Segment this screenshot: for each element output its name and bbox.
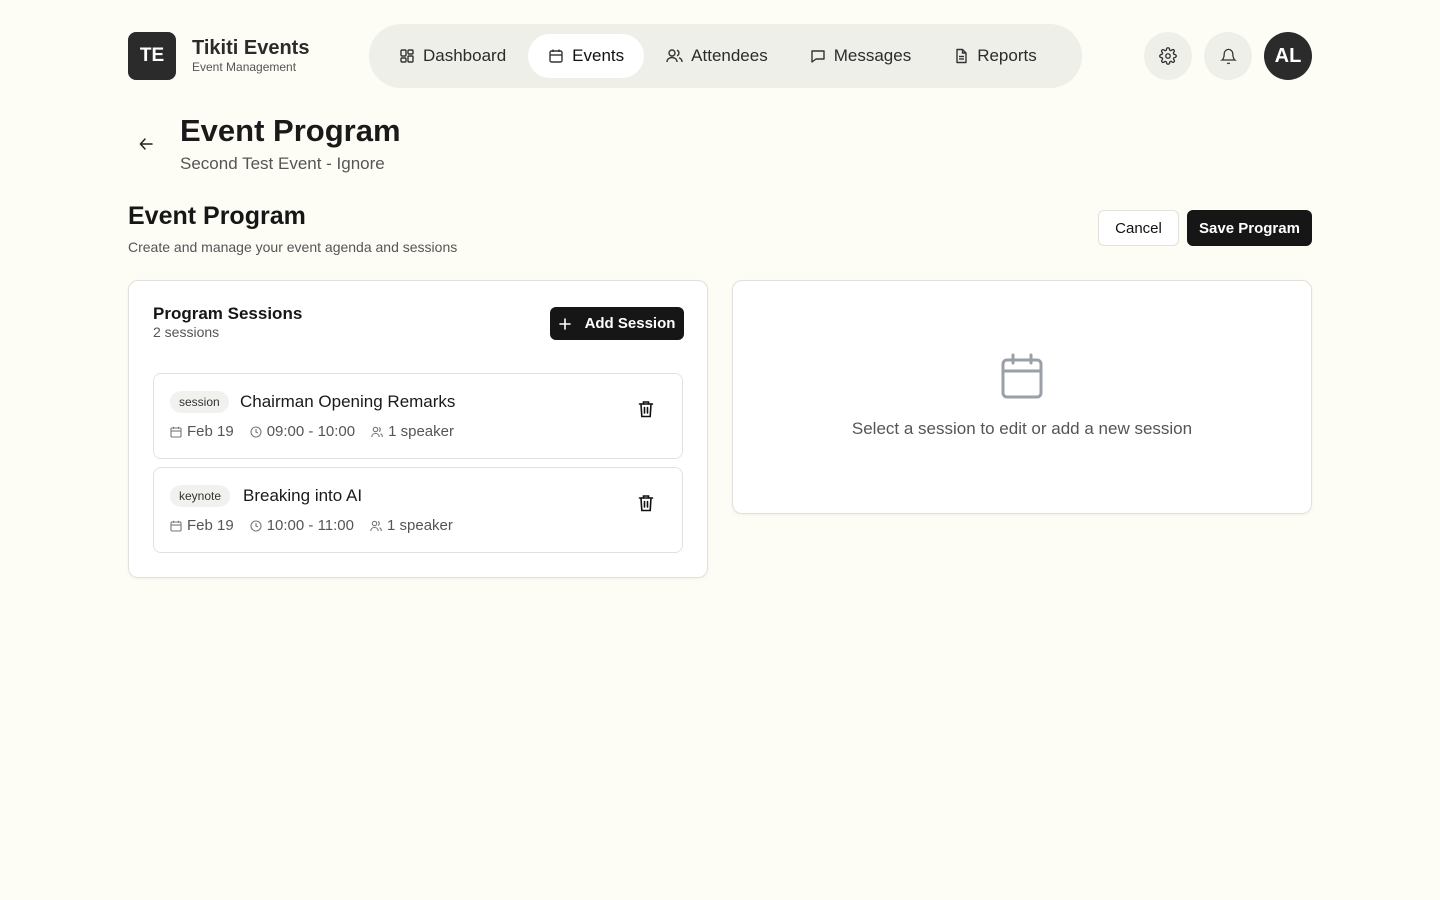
nav-events-label: Events	[572, 46, 625, 65]
session-editor-panel: Select a session to edit or add a new se…	[732, 280, 1312, 514]
clock-icon	[250, 425, 267, 438]
session-meta: Feb 19 10:00 - 11:00 1 speaker	[170, 517, 469, 534]
avatar[interactable]: AL	[1264, 32, 1312, 80]
session-meta: Feb 19 09:00 - 10:00 1 speaker	[170, 423, 470, 440]
add-session-label: Add Session	[584, 315, 676, 332]
brand[interactable]: TE Tikiti Events Event Management	[128, 32, 309, 80]
bell-icon	[1219, 48, 1237, 65]
session-time: 10:00 - 11:00	[266, 517, 354, 534]
page-title: Event Program	[180, 113, 401, 148]
delete-session-button[interactable]	[638, 400, 656, 418]
users-icon	[370, 520, 387, 532]
brand-subtitle: Event Management	[192, 60, 297, 74]
add-session-button[interactable]: Add Session	[550, 307, 684, 340]
back-button[interactable]	[134, 132, 158, 156]
message-icon	[810, 48, 834, 64]
settings-button[interactable]	[1144, 32, 1192, 80]
session-card[interactable]: session Chairman Opening Remarks Feb 19 …	[153, 373, 683, 459]
session-card[interactable]: keynote Breaking into AI Feb 19 10:00 - …	[153, 467, 683, 553]
app-header: TE Tikiti Events Event Management Dashbo…	[128, 24, 1312, 88]
nav-attendees[interactable]: Attendees	[646, 34, 788, 78]
sessions-count: 2 sessions	[153, 324, 220, 340]
session-speakers: 1 speaker	[388, 423, 454, 440]
plus-icon	[558, 317, 585, 330]
session-date: Feb 19	[187, 517, 234, 534]
brand-name: Tikiti Events	[192, 37, 310, 59]
clock-icon	[250, 519, 267, 532]
session-date: Feb 19	[187, 423, 234, 440]
nav-messages[interactable]: Messages	[790, 34, 931, 78]
session-speakers: 1 speaker	[387, 517, 453, 534]
notifications-button[interactable]	[1204, 32, 1252, 80]
trash-icon	[638, 494, 656, 512]
page-subtitle: Second Test Event - Ignore	[180, 154, 385, 173]
gear-icon	[1159, 47, 1177, 65]
nav-reports-label: Reports	[977, 46, 1037, 65]
nav-attendees-label: Attendees	[691, 46, 768, 65]
nav-reports[interactable]: Reports	[933, 34, 1057, 78]
session-type-badge: session	[170, 391, 229, 413]
nav-dashboard[interactable]: Dashboard	[379, 34, 526, 78]
session-title: Breaking into AI	[243, 486, 363, 505]
calendar-icon	[170, 520, 187, 532]
section-title: Event Program	[128, 202, 306, 230]
session-title: Chairman Opening Remarks	[240, 392, 456, 411]
calendar-icon	[1001, 353, 1043, 399]
cancel-button[interactable]: Cancel	[1098, 210, 1179, 246]
save-program-button[interactable]: Save Program	[1187, 210, 1312, 246]
users-icon	[371, 426, 388, 438]
calendar-icon	[170, 426, 187, 438]
session-type-badge: keynote	[170, 485, 231, 507]
program-sessions-panel: Program Sessions 2 sessions Add Session …	[128, 280, 708, 578]
section-subtitle: Create and manage your event agenda and …	[128, 239, 458, 255]
empty-state-text: Select a session to edit or add a new se…	[851, 419, 1193, 438]
users-icon	[666, 48, 691, 64]
sessions-panel-title: Program Sessions	[153, 304, 303, 323]
delete-session-button[interactable]	[638, 494, 656, 512]
main-nav: Dashboard Events Attendees Messages Repo…	[369, 24, 1082, 88]
dashboard-icon	[399, 48, 423, 64]
trash-icon	[638, 400, 656, 418]
session-time: 09:00 - 10:00	[266, 423, 356, 440]
file-icon	[953, 48, 977, 64]
nav-messages-label: Messages	[833, 46, 912, 65]
nav-dashboard-label: Dashboard	[423, 46, 507, 65]
nav-events[interactable]: Events	[528, 34, 645, 78]
brand-logo: TE	[128, 32, 176, 80]
calendar-icon	[548, 48, 572, 64]
arrow-left-icon	[139, 137, 153, 151]
